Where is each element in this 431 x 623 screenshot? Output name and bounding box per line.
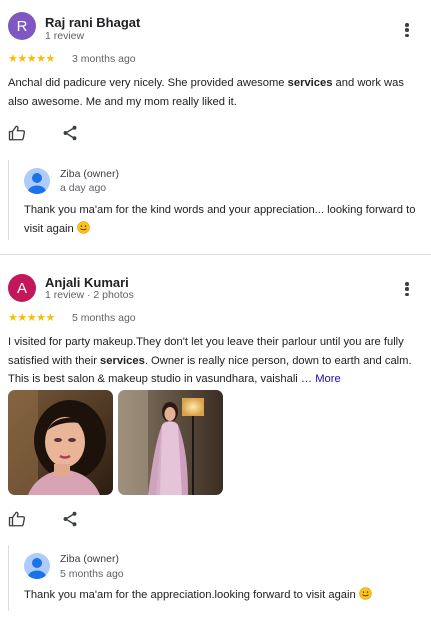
review-time: 3 months ago [72, 53, 136, 65]
review-text: Anchal did padicure very nicely. She pro… [8, 77, 404, 108]
review-card: A Anjali Kumari 1 review · 2 photos ★★★★… [0, 256, 431, 623]
reviewer-meta: 1 review · 2 photos [45, 289, 134, 301]
more-vert-icon[interactable] [399, 21, 415, 39]
avatar-initial: R [16, 17, 28, 35]
smiley-emoji-icon [359, 587, 372, 600]
reviewer-avatar[interactable]: A [8, 274, 36, 302]
owner-avatar-icon [24, 553, 50, 579]
reply-text: Thank you ma'am for the kind words and y… [24, 204, 416, 235]
share-icon[interactable] [61, 124, 79, 142]
reply-text: Thank you ma'am for the appreciation.loo… [24, 586, 419, 605]
avatar-initial: A [16, 279, 27, 297]
review-text: I visited for party makeup.They don't le… [8, 336, 412, 385]
review-photo[interactable] [118, 390, 223, 495]
share-icon[interactable] [61, 510, 79, 528]
review-photo[interactable] [8, 390, 113, 495]
owner-reply: Ziba (owner) a day ago Thank you ma'am f… [8, 160, 423, 240]
star-rating: ★★★★★ [8, 53, 55, 65]
smiley-emoji-icon [77, 220, 90, 234]
owner-name: Ziba (owner) [60, 553, 119, 565]
star-rating: ★★★★★ [8, 312, 55, 324]
reply-time: 5 months ago [60, 568, 124, 580]
thumb-up-icon[interactable] [8, 510, 26, 528]
thumb-up-icon[interactable] [8, 124, 26, 142]
reviewer-avatar[interactable]: R [8, 12, 36, 40]
more-link[interactable]: More [315, 373, 341, 385]
owner-name: Ziba (owner) [60, 168, 119, 180]
reply-time: a day ago [60, 182, 107, 194]
review-time: 5 months ago [72, 312, 136, 324]
reviewer-name[interactable]: Raj rani Bhagat [45, 15, 140, 30]
reviewer-meta: 1 review [45, 30, 85, 42]
more-vert-icon[interactable] [399, 280, 415, 298]
review-card: R Raj rani Bhagat 1 review ★★★★★ 3 month… [0, 0, 431, 255]
reviewer-name[interactable]: Anjali Kumari [45, 275, 129, 290]
review-divider [0, 254, 431, 255]
owner-avatar-icon [24, 168, 50, 194]
owner-reply: Ziba (owner) 5 months ago Thank you ma'a… [8, 545, 423, 611]
